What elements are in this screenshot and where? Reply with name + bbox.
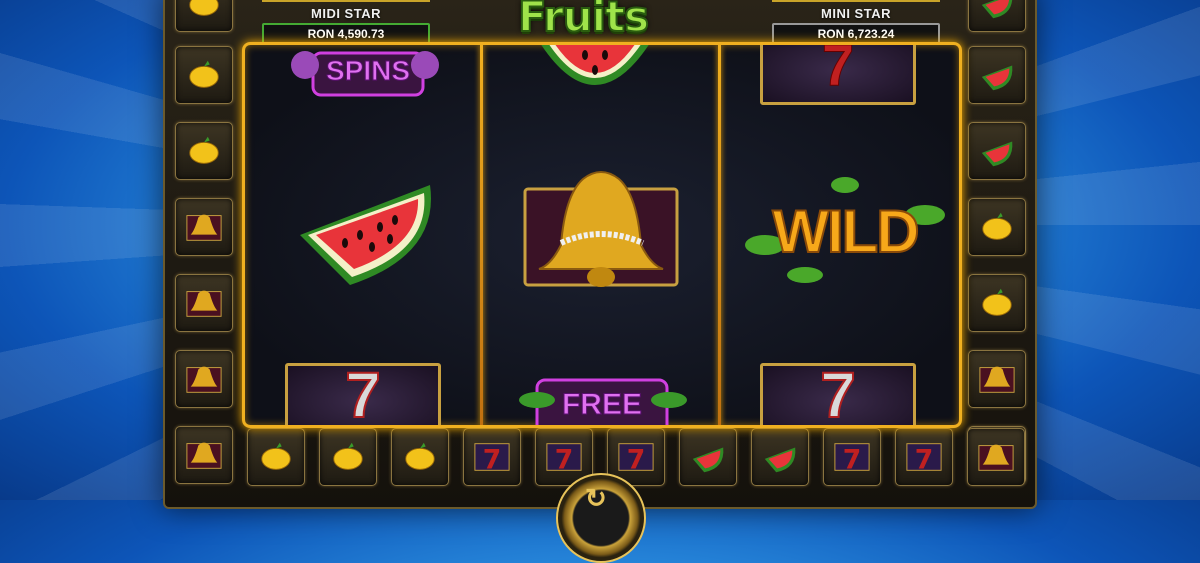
seven-icon: 7 [834, 443, 870, 475]
reel-divider [718, 45, 721, 425]
bell-symbol [521, 165, 681, 305]
melon-tile [968, 0, 1026, 32]
bell-tile [175, 350, 233, 408]
bell-tile [175, 198, 233, 256]
lemon-tile [968, 198, 1026, 256]
lemon-icon [189, 136, 219, 164]
seven-tile: 7 [463, 428, 521, 486]
wild-label: WILD [771, 197, 920, 266]
seven-label: 7 [819, 358, 857, 428]
melon-tile [968, 122, 1026, 180]
lemon-tile [968, 274, 1026, 332]
lemon-icon [189, 60, 219, 88]
bell-icon [979, 366, 1015, 393]
lemon-tile [247, 428, 305, 486]
lemon-icon [405, 442, 435, 470]
seven-symbol: 7 [285, 358, 441, 425]
bell-tile [967, 428, 1025, 486]
lemon-icon [189, 0, 219, 16]
reel-divider [480, 45, 483, 425]
jackpot-mini-name: MINI STAR [821, 6, 891, 21]
melon-icon [692, 447, 724, 473]
watermelon-symbol [525, 45, 665, 105]
seven-icon: 7 [546, 443, 582, 475]
bell-icon [186, 366, 222, 393]
svg-text:7: 7 [915, 444, 934, 475]
lemon-tile [319, 428, 377, 486]
game-logo: Fruits [517, 0, 650, 42]
bell-icon [186, 214, 222, 241]
svg-text:7: 7 [627, 444, 646, 475]
seven-tile: 7 [823, 428, 881, 486]
melon-icon [981, 65, 1013, 91]
jackpot-mini-bar [772, 0, 940, 2]
lemon-tile [391, 428, 449, 486]
svg-text:7: 7 [483, 444, 502, 475]
bell-icon [978, 444, 1014, 471]
jackpot-mini: MINI STAR RON 6,723.24 [772, 0, 940, 45]
seven-icon: 7 [474, 443, 510, 475]
bell-tile [175, 274, 233, 332]
melon-icon [981, 141, 1013, 167]
jackpot-midi-bar [262, 0, 430, 2]
seven-symbol: 7 [760, 358, 916, 425]
watermelon-symbol [290, 175, 440, 295]
melon-tile [968, 46, 1026, 104]
seven-label: 7 [821, 42, 855, 99]
spin-button[interactable]: ↻ [556, 473, 646, 563]
jackpot-midi-name: MIDI STAR [311, 6, 381, 21]
lemon-icon [261, 442, 291, 470]
free-label: FREE [561, 388, 642, 422]
melon-icon [764, 447, 796, 473]
melon-tile [679, 428, 737, 486]
melon-icon [981, 0, 1013, 19]
bell-tile [175, 426, 233, 484]
spin-arrow-icon: ↻ [585, 483, 607, 513]
seven-label: 7 [344, 358, 382, 428]
svg-text:7: 7 [555, 444, 574, 475]
lemon-icon [982, 212, 1012, 240]
lemon-icon [982, 288, 1012, 316]
jackpot-midi: MIDI STAR RON 4,590.73 [262, 0, 430, 45]
bell-icon [186, 290, 222, 317]
seven-icon: 7 [618, 443, 654, 475]
seven-symbol: 7 [760, 42, 916, 105]
free-spins-symbol: FREE [517, 360, 687, 425]
lemon-icon [333, 442, 363, 470]
lemon-tile [175, 46, 233, 104]
lemon-tile [175, 122, 233, 180]
free-spins-label: SPINS [325, 55, 411, 87]
bell-tile [968, 350, 1026, 408]
wild-symbol: WILD [745, 175, 945, 285]
seven-icon: 7 [906, 443, 942, 475]
seven-tile: 7 [895, 428, 953, 486]
melon-tile [751, 428, 809, 486]
reel-window: SPINS 7 FREE 7 WILD 7 [242, 42, 962, 428]
free-spins-symbol: SPINS [275, 45, 455, 110]
lemon-tile [175, 0, 233, 32]
svg-text:7: 7 [843, 444, 862, 475]
bell-icon [186, 442, 222, 469]
